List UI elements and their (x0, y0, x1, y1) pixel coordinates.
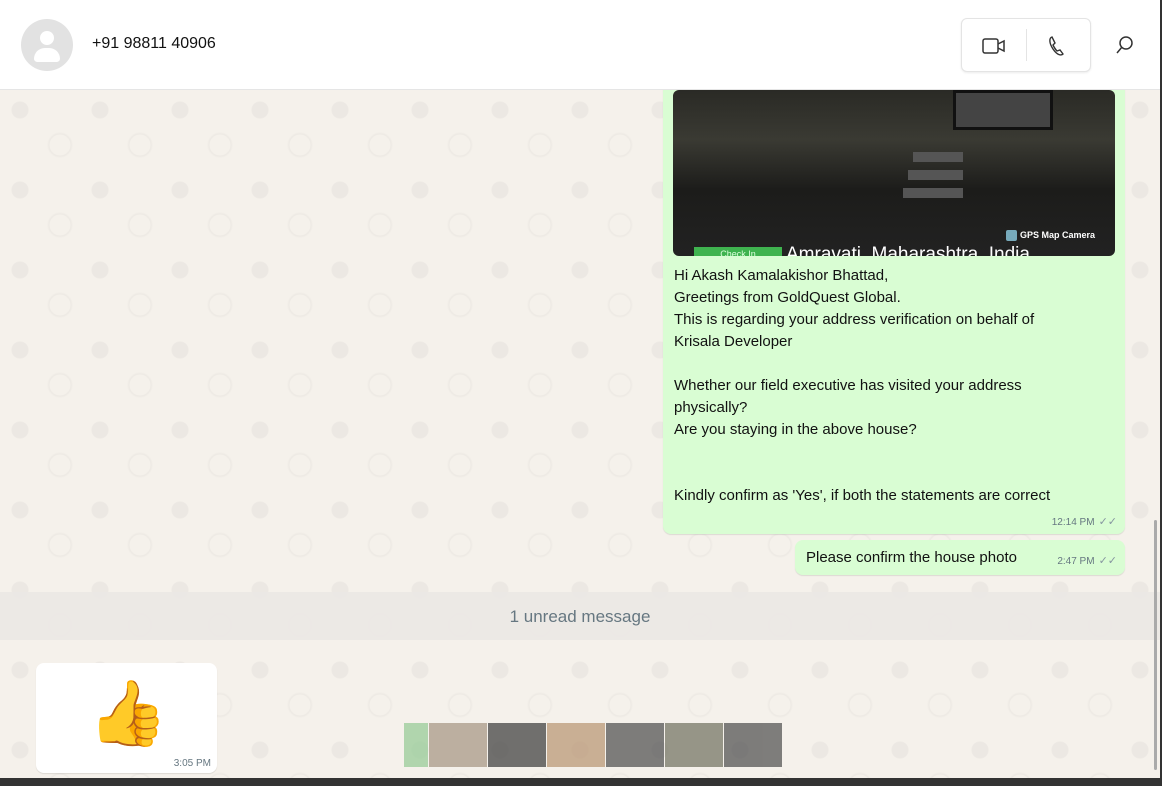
thumbnail[interactable] (547, 723, 605, 767)
divider (1026, 29, 1027, 61)
video-call-button[interactable] (979, 31, 1009, 61)
taskbar-edge (0, 778, 1162, 786)
search-icon (1116, 36, 1133, 54)
avatar[interactable] (21, 19, 73, 71)
time-text: 2:47 PM (1057, 556, 1095, 567)
contact-name[interactable]: +91 98811 40906 (92, 35, 216, 53)
step (903, 188, 963, 198)
message-text: Hi Akash Kamalakishor Bhattad, Greetings… (674, 267, 1051, 504)
thumbnail[interactable] (404, 723, 428, 767)
message-text: Please confirm the house photo (806, 549, 1017, 566)
thumbs-up-emoji: 👍 (88, 677, 168, 749)
step (913, 152, 963, 162)
search-button[interactable] (1110, 30, 1140, 60)
call-buttons (961, 18, 1091, 72)
photo-location: Amravati, Maharashtra, India (786, 244, 1030, 256)
voice-call-button[interactable] (1042, 31, 1072, 61)
thumbnail[interactable] (665, 723, 723, 767)
outgoing-message[interactable]: GPS Map Camera Check In Amravati, Mahara… (663, 90, 1125, 534)
media-thumbnails (404, 723, 782, 767)
read-ticks-icon: ✓✓ (1098, 516, 1117, 528)
message-time: 3:05 PM (173, 758, 211, 769)
house-photo[interactable]: GPS Map Camera Check In Amravati, Mahara… (673, 90, 1115, 256)
thumbnail[interactable] (488, 723, 546, 767)
video-call-icon (982, 38, 1005, 54)
thumbnail[interactable] (429, 723, 487, 767)
gate (953, 90, 1053, 130)
chat-header: +91 98811 40906 (0, 0, 1160, 90)
unread-divider: 1 unread message (0, 592, 1160, 640)
gps-camera-icon (1005, 230, 1017, 242)
message-time: 12:14 PM ✓✓ (1052, 515, 1117, 528)
message-time: 2:47 PM ✓✓ (1057, 554, 1117, 567)
incoming-message[interactable]: 👍 3:05 PM (36, 663, 217, 773)
step (908, 170, 963, 180)
thumbnail[interactable] (724, 723, 782, 767)
time-text: 12:14 PM (1051, 517, 1095, 528)
chat-area[interactable]: GPS Map Camera Check In Amravati, Mahara… (0, 90, 1160, 780)
thumbnail[interactable] (606, 723, 664, 767)
gps-watermark: GPS Map Camera (1005, 230, 1095, 242)
voice-call-icon (1049, 36, 1064, 56)
scrollbar[interactable] (1154, 520, 1157, 770)
read-ticks-icon: ✓✓ (1098, 555, 1117, 567)
check-in-badge: Check In (694, 247, 782, 256)
outgoing-message[interactable]: Please confirm the house photo 2:47 PM ✓✓ (795, 540, 1125, 575)
